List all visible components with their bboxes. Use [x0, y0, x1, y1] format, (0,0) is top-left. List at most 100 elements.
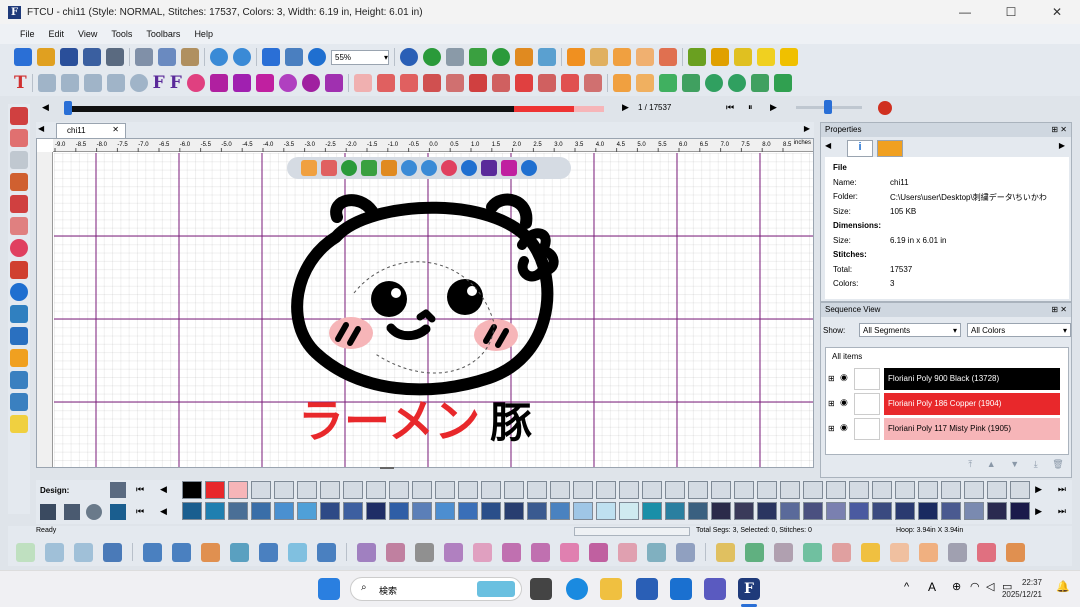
hatch-pattern-icon[interactable]	[647, 542, 666, 562]
thread-color-swatch[interactable]	[596, 502, 616, 520]
thread-color-swatch[interactable]	[665, 502, 685, 520]
star-pattern-icon[interactable]	[415, 542, 434, 562]
zoom-icon[interactable]	[441, 160, 457, 176]
expand-icon[interactable]: ⊞	[828, 399, 835, 408]
chevron-pattern-icon[interactable]	[560, 542, 579, 562]
ungroup-icon[interactable]	[445, 74, 464, 92]
minimize-button[interactable]: —	[942, 0, 988, 24]
ime-indicator[interactable]: A	[928, 580, 936, 594]
nodes-icon[interactable]	[106, 74, 125, 92]
mirror-vertical-icon[interactable]	[681, 74, 700, 92]
visibility-eye-icon[interactable]: ◉	[840, 397, 848, 408]
play-icon[interactable]: ▶	[770, 102, 777, 113]
edge-browser-icon[interactable]	[566, 578, 588, 600]
menu-toolbars[interactable]: Toolbars	[146, 29, 180, 39]
thread-color-swatch[interactable]	[872, 502, 892, 520]
speaker-icon[interactable]: ◁	[986, 580, 994, 593]
cross-pattern-icon[interactable]	[803, 542, 822, 562]
thread-color-swatch[interactable]	[458, 502, 478, 520]
frame-dots-icon[interactable]	[948, 542, 967, 562]
thread-color-swatch[interactable]	[757, 481, 777, 499]
grid-toggle-icon[interactable]	[10, 349, 28, 367]
color-scroll-first-icon[interactable]: ⏮	[136, 506, 144, 517]
export-icon[interactable]	[10, 393, 28, 411]
design-artwork[interactable]: ラーメン 豚	[54, 153, 814, 468]
color-scroll-right-icon[interactable]: ▶	[1035, 484, 1042, 495]
thread-color-swatch[interactable]	[274, 502, 294, 520]
fill-color-icon[interactable]	[515, 48, 533, 66]
tab-chi11[interactable]: chi11 ✕	[56, 123, 126, 138]
expand-icon[interactable]: ⊞	[828, 424, 835, 433]
thread-color-swatch[interactable]	[964, 502, 984, 520]
visibility-eye-icon[interactable]: ◉	[840, 372, 848, 383]
needle-icon[interactable]	[446, 48, 464, 66]
thread-color-swatch[interactable]	[803, 481, 823, 499]
layer-icon[interactable]	[468, 74, 487, 92]
star-pattern-icon[interactable]	[444, 542, 463, 562]
cut-icon[interactable]	[135, 48, 153, 66]
thread-color-swatch[interactable]	[320, 502, 340, 520]
hatch-pattern-icon[interactable]	[676, 542, 695, 562]
3d-view-icon[interactable]	[10, 283, 28, 301]
thread-color-swatch[interactable]	[481, 502, 501, 520]
globe-icon[interactable]	[492, 48, 510, 66]
copy-icon[interactable]	[158, 48, 176, 66]
fan-pattern-icon[interactable]	[716, 542, 735, 562]
frame-pattern-icon[interactable]	[890, 542, 909, 562]
thread-color-swatch[interactable]	[872, 481, 892, 499]
thread-color-swatch[interactable]	[941, 502, 961, 520]
select-box-icon[interactable]	[636, 48, 654, 66]
align-center-icon[interactable]	[612, 74, 631, 92]
stitch-slider-thumb[interactable]	[64, 101, 72, 115]
thread-color-swatch[interactable]	[573, 502, 593, 520]
hatch-pattern-icon[interactable]	[618, 542, 637, 562]
maximize-button[interactable]: ☐	[988, 0, 1034, 24]
thread-color-swatch[interactable]	[412, 502, 432, 520]
thread-color-swatch[interactable]	[389, 502, 409, 520]
thread-color-swatch[interactable]	[504, 502, 524, 520]
store-icon[interactable]	[636, 578, 658, 600]
step-back-icon[interactable]: ⏮	[726, 102, 734, 113]
diamond-purple-icon[interactable]	[232, 74, 251, 92]
chevron-pattern-icon[interactable]	[473, 542, 492, 562]
thread-color-swatch[interactable]	[412, 481, 432, 499]
chevron-pattern-icon[interactable]	[502, 542, 521, 562]
play-back-icon[interactable]: ◀	[42, 102, 49, 113]
notification-bell-icon[interactable]: 🔔	[1056, 580, 1070, 593]
thread-color-swatch[interactable]	[619, 502, 639, 520]
thread-color-swatch[interactable]	[458, 481, 478, 499]
arc-pattern-icon[interactable]	[16, 542, 35, 562]
ruler-icon[interactable]	[10, 261, 28, 279]
brush-icon[interactable]	[10, 305, 28, 323]
expand-icon[interactable]: ⊞	[828, 374, 835, 383]
pencil-icon[interactable]	[361, 160, 377, 176]
tab-scroll-left-icon[interactable]: ◀	[38, 124, 44, 133]
palette-list-icon[interactable]	[64, 504, 80, 520]
menu-view[interactable]: View	[78, 29, 97, 39]
menu-tools[interactable]: Tools	[111, 29, 132, 39]
curve-tool-icon[interactable]	[10, 217, 28, 235]
thread-color-swatch[interactable]	[895, 502, 915, 520]
name-badge-icon[interactable]	[278, 74, 297, 92]
thread-color-swatch[interactable]	[389, 481, 409, 499]
view-mode-icon[interactable]	[262, 48, 280, 66]
arc-pattern-icon[interactable]	[45, 542, 64, 562]
cross-icon[interactable]	[83, 74, 102, 92]
mirror-icon[interactable]	[658, 74, 677, 92]
redo-arrow-icon[interactable]	[421, 160, 437, 176]
new-file-icon[interactable]	[14, 48, 32, 66]
thread-color-swatch[interactable]	[895, 481, 915, 499]
frame-pattern-icon[interactable]	[919, 542, 938, 562]
panel-pin-close-icons[interactable]: ⊞ ✕	[1051, 125, 1067, 135]
thread-color-swatch[interactable]	[228, 481, 248, 499]
thread-color-swatch[interactable]	[550, 502, 570, 520]
thread-color-swatch[interactable]	[182, 502, 202, 520]
thread-color-swatch[interactable]	[366, 481, 386, 499]
text-tool-icon[interactable]: T	[14, 73, 27, 93]
rotate-left-icon[interactable]	[704, 74, 723, 92]
color-scroll-left-icon[interactable]: ◀	[160, 484, 167, 495]
chevron-up-icon[interactable]: ^	[904, 581, 909, 593]
canvas-splitter[interactable]	[380, 467, 394, 469]
save-as-icon[interactable]	[83, 48, 101, 66]
colors-select[interactable]: All Colors ▾	[967, 323, 1071, 337]
